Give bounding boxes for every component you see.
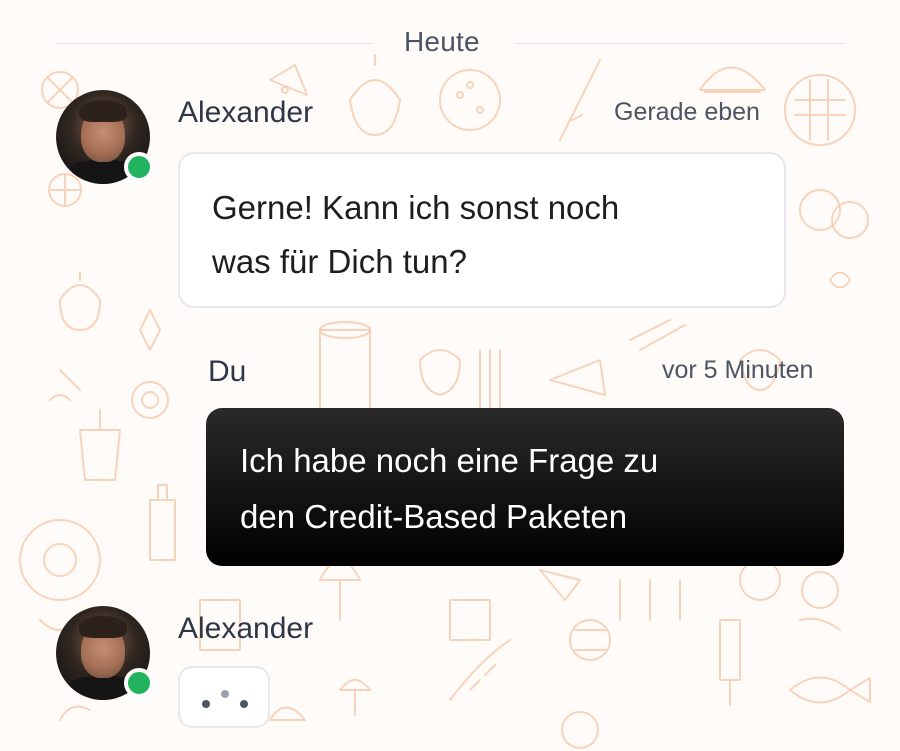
online-status-indicator (124, 668, 154, 698)
typing-dot (221, 690, 229, 698)
incoming-message-bubble[interactable]: Gerne! Kann ich sonst noch was für Dich … (178, 152, 786, 308)
message-text-line: was für Dich tun? (212, 243, 467, 280)
outgoing-message-bubble[interactable]: Ich habe noch eine Frage zu den Credit-B… (206, 408, 844, 566)
online-status-indicator (124, 152, 154, 182)
divider-line-right (516, 43, 844, 44)
avatar[interactable] (56, 90, 154, 184)
date-divider-label: Heute (404, 26, 480, 57)
sender-name: Du (208, 355, 247, 388)
message-timestamp: vor 5 Minuten (662, 356, 814, 384)
avatar[interactable] (56, 606, 154, 700)
sender-name: Alexander (178, 96, 314, 129)
typing-dot (202, 700, 210, 708)
message-text-line: Ich habe noch eine Frage zu (240, 442, 659, 479)
message-text-line: Gerne! Kann ich sonst noch (212, 189, 620, 226)
typing-indicator (178, 666, 270, 728)
sender-name: Alexander (178, 612, 314, 645)
divider-line-left (56, 43, 372, 44)
date-divider: Heute (56, 24, 844, 64)
message-timestamp: Gerade eben (614, 98, 760, 126)
message-text-line: den Credit-Based Paketen (240, 498, 628, 535)
typing-dot (240, 700, 248, 708)
